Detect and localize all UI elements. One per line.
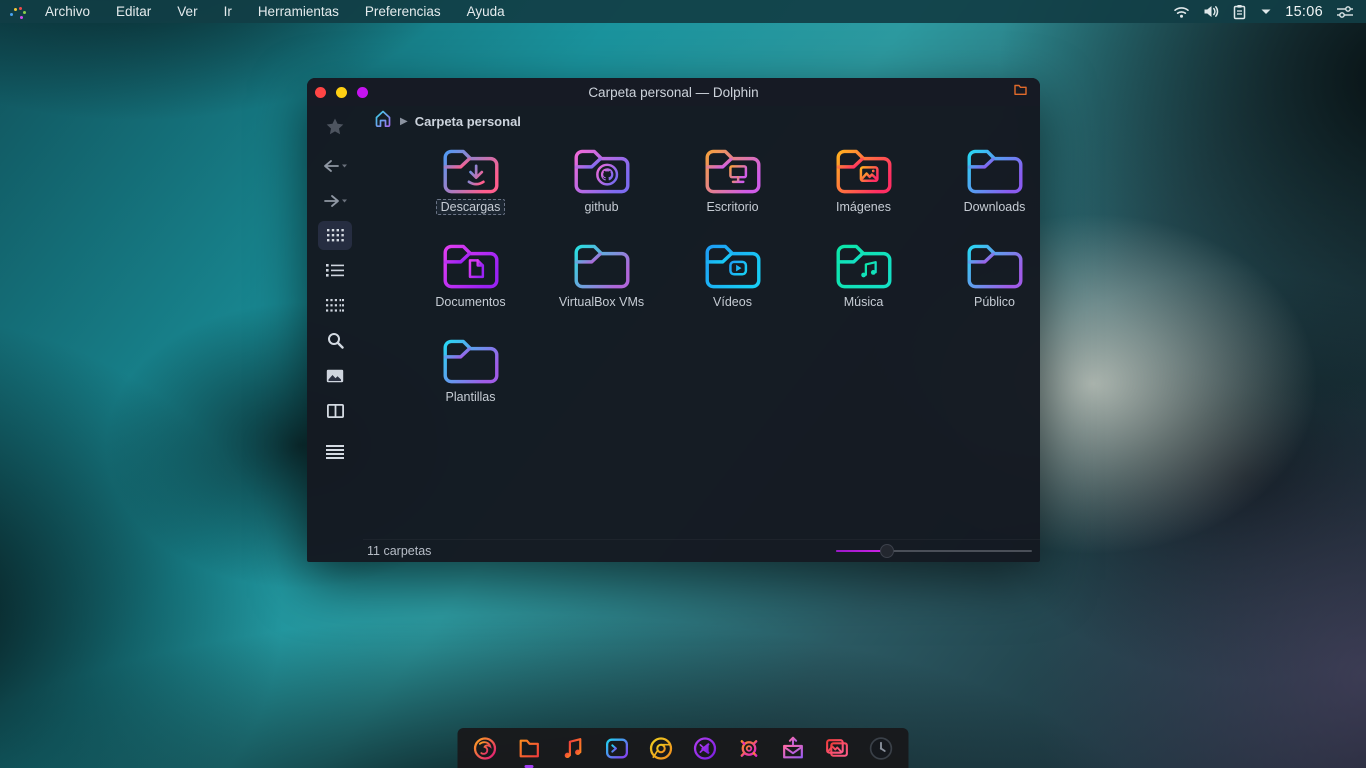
forward-button[interactable]	[318, 186, 352, 215]
menu-ver[interactable]: Ver	[164, 0, 210, 23]
menu-herramientas[interactable]: Herramientas	[245, 0, 352, 23]
back-button[interactable]	[318, 151, 352, 180]
folder-label: Vídeos	[713, 295, 752, 309]
vscode-icon[interactable]	[692, 735, 719, 762]
folder-publico[interactable]: Público	[929, 239, 1060, 334]
folder-label: github	[584, 200, 619, 214]
folder-label: Plantillas	[445, 390, 496, 404]
settings-gear-icon[interactable]	[736, 735, 763, 762]
tweaks-icon[interactable]	[1336, 5, 1354, 19]
file-manager-icon[interactable]	[516, 735, 543, 768]
maximize-button[interactable]	[357, 86, 368, 98]
wifi-icon[interactable]	[1173, 4, 1190, 19]
running-indicator	[524, 765, 534, 768]
status-items-count: 11 carpetas	[367, 544, 432, 558]
photos-icon[interactable]	[824, 735, 851, 762]
clipboard-icon[interactable]	[1232, 4, 1247, 20]
folder-label: VirtualBox VMs	[558, 295, 645, 309]
folder-label: Downloads	[963, 200, 1026, 214]
folder-label: Descargas	[435, 199, 506, 215]
home-icon[interactable]	[373, 109, 393, 133]
preview-image-icon[interactable]	[318, 361, 352, 390]
folder-label: Documentos	[435, 295, 506, 309]
minimize-button[interactable]	[336, 86, 347, 98]
window-title: Carpeta personal — Dolphin	[588, 84, 759, 100]
folder-grid: Descargas github Escritorio Imágenes Dow…	[363, 136, 1040, 539]
folder-label: Música	[843, 295, 884, 309]
global-menu-bar: Archivo Editar Ver Ir Herramientas Prefe…	[0, 0, 1366, 23]
breadcrumb-current[interactable]: Carpeta personal	[415, 114, 521, 129]
folder-escritorio[interactable]: Escritorio	[667, 144, 798, 239]
close-button[interactable]	[315, 86, 326, 98]
terminal-icon[interactable]	[604, 735, 631, 762]
icons-view-button[interactable]	[318, 221, 352, 250]
folder-documentos[interactable]: Documentos	[405, 239, 536, 334]
zoom-slider[interactable]	[836, 544, 1032, 558]
dock	[457, 728, 909, 768]
statusbar: 11 carpetas	[363, 539, 1040, 562]
compact-view-button[interactable]	[318, 291, 352, 320]
caret-down-icon[interactable]	[1260, 8, 1272, 16]
menu-editar[interactable]: Editar	[103, 0, 164, 23]
hamburger-menu-icon[interactable]	[318, 437, 352, 466]
folder-github[interactable]: github	[536, 144, 667, 239]
menu-ir[interactable]: Ir	[211, 0, 245, 23]
distro-logo-icon	[6, 4, 32, 20]
folder-label: Escritorio	[706, 200, 759, 214]
folder-virtualbox-vms[interactable]: VirtualBox VMs	[536, 239, 667, 334]
chromium-icon[interactable]	[648, 735, 675, 762]
folder-downloads[interactable]: Downloads	[929, 144, 1060, 239]
menu-ayuda[interactable]: Ayuda	[454, 0, 518, 23]
favorites-star-icon[interactable]	[318, 112, 352, 141]
firefox-icon[interactable]	[472, 735, 499, 762]
breadcrumb-chevron-icon: ▶	[400, 115, 408, 127]
folder-plantillas[interactable]: Plantillas	[405, 334, 536, 429]
titlebar-folder-icon	[1013, 83, 1040, 101]
folder-label: Público	[974, 295, 1015, 309]
zoom-slider-handle[interactable]	[879, 544, 894, 558]
music-player-icon[interactable]	[560, 735, 587, 762]
details-view-button[interactable]	[318, 256, 352, 285]
titlebar[interactable]: Carpeta personal — Dolphin	[307, 78, 1040, 106]
folder-musica[interactable]: Música	[798, 239, 929, 334]
folder-descargas[interactable]: Descargas	[405, 144, 536, 239]
mail-share-icon[interactable]	[780, 735, 807, 762]
folder-label: Imágenes	[836, 200, 891, 214]
breadcrumb: ▶ Carpeta personal	[363, 106, 1040, 136]
folder-videos[interactable]: Vídeos	[667, 239, 798, 334]
search-icon[interactable]	[318, 326, 352, 355]
clock-widget-icon[interactable]	[868, 735, 895, 762]
dolphin-window: Carpeta personal — Dolphin ▶ Carpeta per…	[307, 78, 1040, 562]
menu-preferencias[interactable]: Preferencias	[352, 0, 454, 23]
folder-imagenes[interactable]: Imágenes	[798, 144, 929, 239]
clock[interactable]: 15:06	[1285, 4, 1323, 20]
split-view-icon[interactable]	[318, 396, 352, 425]
menu-archivo[interactable]: Archivo	[32, 0, 103, 23]
tool-sidebar	[307, 106, 363, 562]
volume-icon[interactable]	[1203, 4, 1219, 19]
